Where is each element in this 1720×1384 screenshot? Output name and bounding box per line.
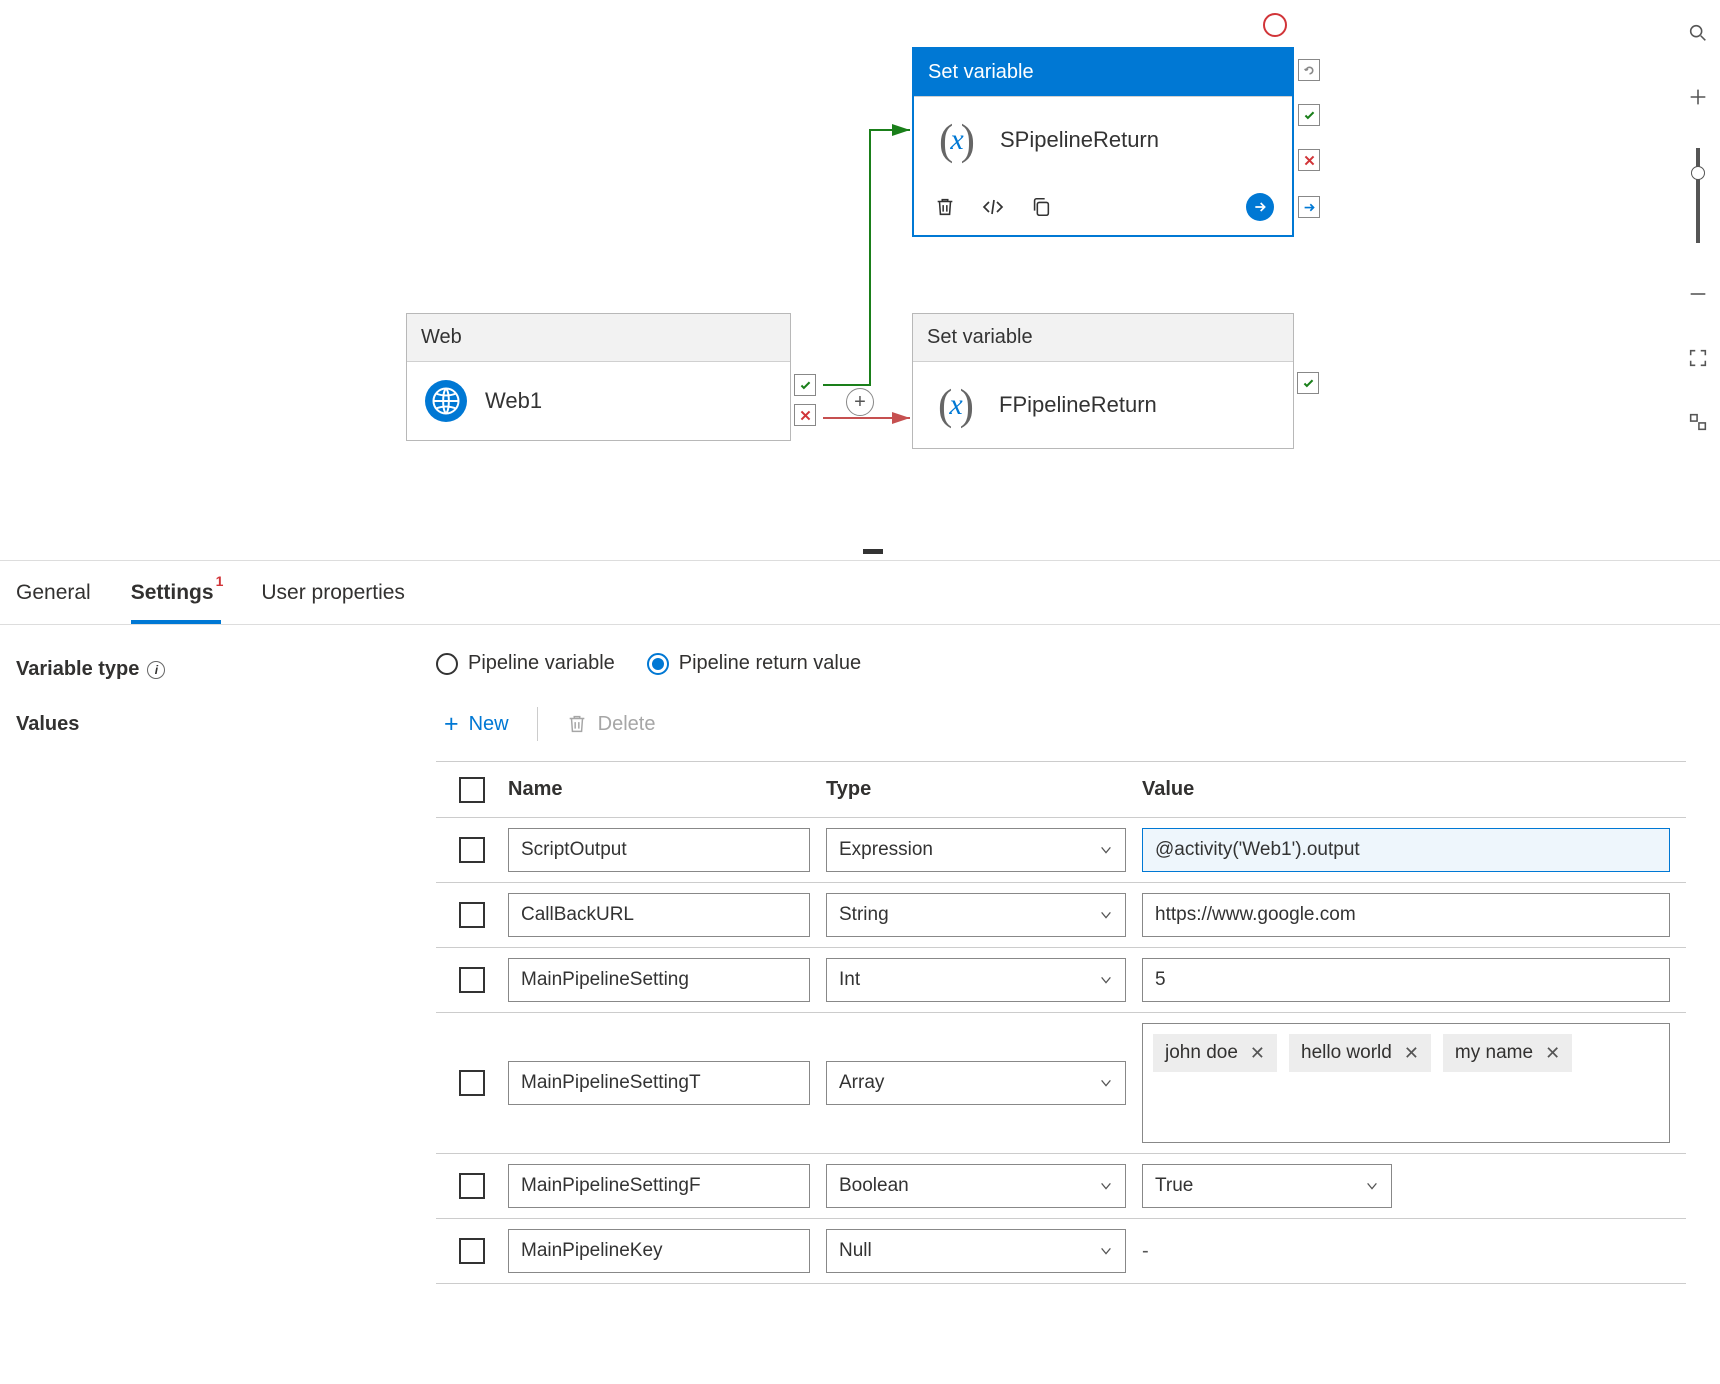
type-select[interactable]: Boolean	[826, 1164, 1126, 1208]
variable-icon: (x)	[932, 115, 982, 165]
activity-svar-header: Set variable	[914, 49, 1292, 97]
delete-value-button[interactable]: Delete	[558, 713, 664, 736]
select-all-checkbox[interactable]	[459, 777, 485, 803]
tab-settings[interactable]: Settings1	[131, 561, 222, 624]
row-checkbox[interactable]	[459, 1238, 485, 1264]
settings-panel: Variable type i Pipeline variable Pipeli…	[0, 640, 1720, 1310]
activity-set-variable-f[interactable]: Set variable (x) FPipelineReturn	[912, 313, 1294, 449]
row-checkbox[interactable]	[459, 837, 485, 863]
selection-indicator	[1263, 13, 1287, 37]
variable-icon: (x)	[931, 380, 981, 430]
array-tag-input[interactable]: john doe✕ hello world✕ my name✕	[1142, 1023, 1670, 1143]
table-row: Expression	[436, 818, 1686, 883]
column-header-type: Type	[826, 778, 1142, 801]
undo-badge-icon[interactable]	[1298, 59, 1320, 81]
values-table: Name Type Value Expression String Int Array…	[436, 761, 1686, 1284]
column-header-value: Value	[1142, 778, 1686, 801]
failure-badge-icon[interactable]	[1298, 149, 1320, 171]
name-input[interactable]	[508, 1229, 810, 1273]
trash-icon	[566, 713, 588, 735]
row-checkbox[interactable]	[459, 967, 485, 993]
array-tag: hello world✕	[1289, 1034, 1431, 1072]
tab-user-properties[interactable]: User properties	[261, 561, 405, 624]
activity-web-header: Web	[407, 314, 790, 362]
zoom-in-icon[interactable]	[1685, 84, 1711, 110]
delete-icon[interactable]	[932, 194, 958, 220]
type-select[interactable]: String	[826, 893, 1126, 937]
row-checkbox[interactable]	[459, 902, 485, 928]
array-tag: my name✕	[1443, 1034, 1572, 1072]
activity-svar-title: SPipelineReturn	[1000, 127, 1159, 153]
skip-badge-icon[interactable]	[1298, 196, 1320, 218]
name-input[interactable]	[508, 893, 810, 937]
type-select[interactable]: Expression	[826, 828, 1126, 872]
name-input[interactable]	[508, 1164, 810, 1208]
success-badge-icon[interactable]	[1298, 104, 1320, 126]
globe-icon	[425, 380, 467, 422]
table-row: Boolean True	[436, 1154, 1686, 1219]
variable-type-label: Variable type i	[16, 652, 436, 681]
tab-general[interactable]: General	[16, 561, 91, 624]
table-row: Int	[436, 948, 1686, 1013]
name-input[interactable]	[508, 828, 810, 872]
type-select[interactable]: Int	[826, 958, 1126, 1002]
array-tag: john doe✕	[1153, 1034, 1277, 1072]
success-badge-icon[interactable]	[794, 374, 816, 396]
remove-tag-icon[interactable]: ✕	[1545, 1043, 1560, 1064]
code-icon[interactable]	[980, 194, 1006, 220]
copy-icon[interactable]	[1028, 194, 1054, 220]
value-select[interactable]: True	[1142, 1164, 1392, 1208]
property-tabs: General Settings1 User properties	[0, 560, 1720, 625]
failure-badge-icon[interactable]	[794, 404, 816, 426]
search-icon[interactable]	[1685, 20, 1711, 46]
column-header-name: Name	[508, 778, 826, 801]
success-badge-icon[interactable]	[1297, 372, 1319, 394]
toolbar-separator	[537, 707, 538, 741]
tab-settings-badge: 1	[216, 573, 224, 589]
info-icon[interactable]: i	[147, 661, 165, 679]
table-row: Array john doe✕ hello world✕ my name✕	[436, 1013, 1686, 1154]
add-activity-button[interactable]: +	[846, 388, 874, 416]
values-label: Values	[16, 707, 436, 736]
name-input[interactable]	[508, 958, 810, 1002]
name-input[interactable]	[508, 1061, 810, 1105]
value-input[interactable]	[1142, 828, 1670, 872]
radio-pipeline-variable[interactable]: Pipeline variable	[436, 652, 615, 675]
fit-screen-icon[interactable]	[1685, 345, 1711, 371]
new-value-button[interactable]: +New	[436, 710, 517, 739]
activity-web-title: Web1	[485, 388, 542, 414]
type-select[interactable]: Array	[826, 1061, 1126, 1105]
panel-resize-handle[interactable]	[863, 549, 883, 554]
row-checkbox[interactable]	[459, 1173, 485, 1199]
canvas-toolbar	[1675, 20, 1720, 435]
activity-fvar-header: Set variable	[913, 314, 1293, 362]
table-row: Null-	[436, 1219, 1686, 1284]
value-input[interactable]	[1142, 958, 1670, 1002]
type-select[interactable]: Null	[826, 1229, 1126, 1273]
connector-lines	[0, 0, 1720, 555]
pipeline-canvas[interactable]: + Web Web1 Set variable (x) SPipelineR	[0, 0, 1720, 555]
null-value: -	[1142, 1240, 1149, 1262]
zoom-out-icon[interactable]	[1685, 281, 1711, 307]
remove-tag-icon[interactable]: ✕	[1250, 1043, 1265, 1064]
activity-fvar-title: FPipelineReturn	[999, 392, 1157, 418]
activity-set-variable-s[interactable]: Set variable (x) SPipelineReturn	[912, 47, 1294, 237]
radio-pipeline-return-value[interactable]: Pipeline return value	[647, 652, 861, 675]
row-checkbox[interactable]	[459, 1070, 485, 1096]
zoom-slider[interactable]	[1696, 148, 1700, 243]
expand-arrow-icon[interactable]	[1246, 193, 1274, 221]
table-row: String	[436, 883, 1686, 948]
remove-tag-icon[interactable]: ✕	[1404, 1043, 1419, 1064]
layout-icon[interactable]	[1685, 409, 1711, 435]
activity-web[interactable]: Web Web1	[406, 313, 791, 441]
value-input[interactable]	[1142, 893, 1670, 937]
